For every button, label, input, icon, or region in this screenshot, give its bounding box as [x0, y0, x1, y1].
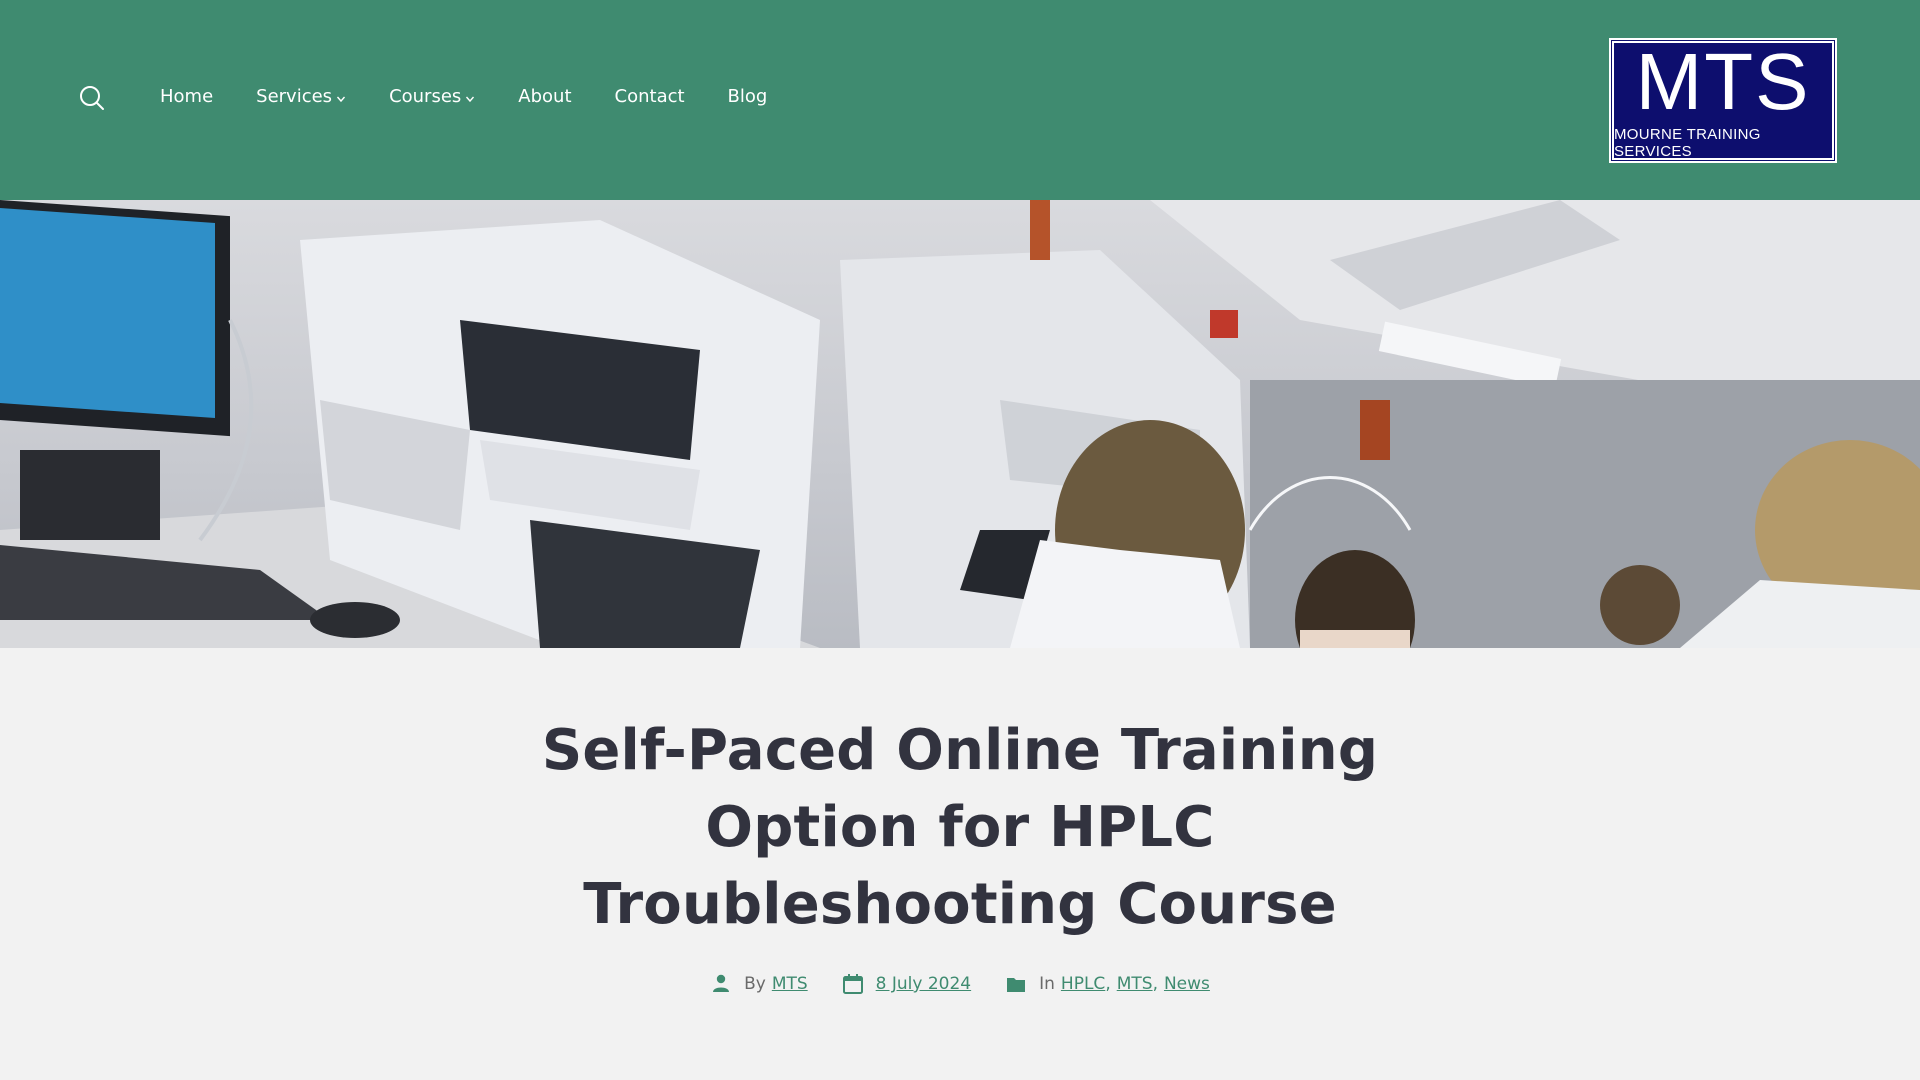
category-prefix: In — [1039, 974, 1055, 994]
logo-badge: MTS MOURNE TRAINING SERVICES — [1611, 36, 1835, 161]
search-icon — [78, 84, 108, 112]
post-meta: By MTS 8 July 2024 In HPLC , MTS , News — [0, 973, 1920, 995]
chevron-down-icon — [336, 94, 346, 104]
post-categories: In HPLC , MTS , News — [1005, 973, 1210, 995]
category-separator: , — [1105, 974, 1111, 994]
search-button[interactable] — [78, 84, 108, 114]
category-link-news[interactable]: News — [1164, 974, 1210, 994]
user-icon — [710, 973, 732, 995]
author-link[interactable]: MTS — [772, 974, 808, 994]
nav-item-label: Courses — [389, 86, 462, 107]
category-link-hplc[interactable]: HPLC — [1061, 974, 1105, 994]
date-link[interactable]: 8 July 2024 — [876, 974, 971, 994]
post-date: 8 July 2024 — [842, 973, 971, 995]
category-separator: , — [1152, 974, 1158, 994]
site-logo[interactable]: MTS MOURNE TRAINING SERVICES — [1609, 38, 1837, 163]
folder-icon — [1005, 973, 1027, 995]
primary-nav: Home Services Courses About Contact Blog — [160, 86, 810, 107]
author-prefix: By — [744, 974, 766, 994]
entry-header: Self-Paced Online Training Option for HP… — [0, 648, 1920, 1080]
featured-image — [0, 200, 1920, 648]
logo-tagline: MOURNE TRAINING SERVICES — [1614, 125, 1761, 160]
nav-item-about[interactable]: About — [518, 86, 571, 107]
nav-item-label: Contact — [614, 86, 685, 107]
nav-item-label: Home — [160, 86, 214, 107]
post-title: Self-Paced Online Training Option for HP… — [541, 718, 1379, 937]
nav-item-label: Services — [256, 86, 333, 107]
site-header: Home Services Courses About Contact Blog… — [0, 0, 1920, 200]
nav-item-home[interactable]: Home — [160, 86, 213, 107]
nav-item-blog[interactable]: Blog — [728, 86, 768, 107]
nav-item-services[interactable]: Services — [256, 86, 346, 107]
nav-item-label: About — [518, 86, 572, 107]
nav-item-label: Blog — [727, 86, 768, 107]
chevron-down-icon — [465, 94, 475, 104]
calendar-icon — [842, 973, 864, 995]
post-author: By MTS — [710, 973, 808, 995]
laboratory-photo — [0, 200, 1920, 648]
nav-item-courses[interactable]: Courses — [389, 86, 475, 107]
category-link-mts[interactable]: MTS — [1117, 974, 1153, 994]
logo-wordmark: MTS — [1635, 36, 1811, 126]
nav-item-contact[interactable]: Contact — [615, 86, 685, 107]
